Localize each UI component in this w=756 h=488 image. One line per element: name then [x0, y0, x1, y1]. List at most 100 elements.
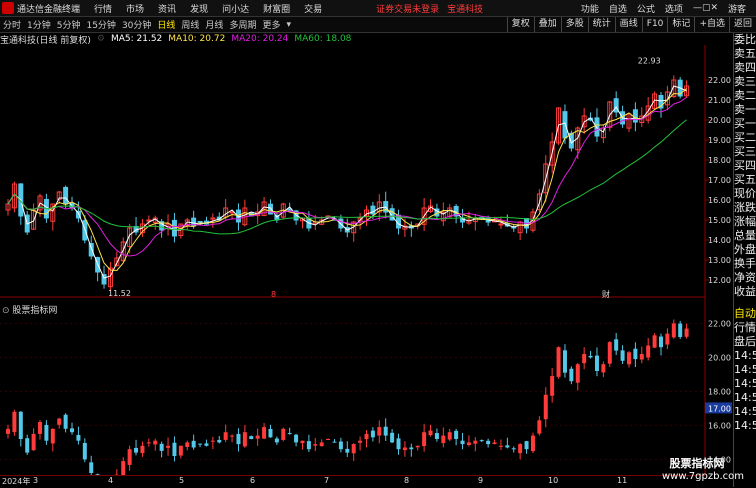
tool-tongji[interactable]: 统计	[588, 17, 615, 32]
sub-candle-body	[582, 354, 586, 363]
side-item: 买一	[734, 117, 756, 131]
sub-candle-body	[70, 428, 74, 432]
sub-candle-body	[518, 444, 522, 453]
y-tick-label: 19.00	[708, 136, 731, 145]
y-tick-label: 15.00	[708, 216, 731, 225]
tool-huaxian[interactable]: 画线	[615, 17, 642, 32]
y-tick-label: 18.00	[708, 156, 731, 165]
side-item: 买五	[734, 173, 756, 187]
menu-item-shichang[interactable]: 市场	[126, 2, 144, 15]
sub-candle-body	[403, 448, 407, 451]
ma5-value: MA5: 21.52	[111, 34, 162, 44]
y-tick-label: 14.00	[708, 236, 731, 245]
menu-item-jiaoyi[interactable]: 交易	[304, 2, 322, 15]
subchart-toggle-icon[interactable]: ⊙	[2, 306, 10, 316]
sub-candle-body	[525, 441, 529, 449]
sub-candle-body	[281, 429, 285, 440]
menu-zixuan[interactable]: 自选	[609, 2, 627, 15]
period-weekly[interactable]: 周线	[181, 18, 199, 31]
candle-body	[499, 224, 503, 225]
side-lower-item[interactable]: 自动	[734, 307, 756, 321]
period-15min[interactable]: 15分钟	[86, 18, 115, 31]
sub-candle-body	[537, 420, 541, 433]
sub-candle-body	[134, 448, 138, 453]
sub-candle-body	[12, 412, 16, 432]
sub-candle-body	[467, 442, 471, 445]
side-item: 买二	[734, 131, 756, 145]
period-30min[interactable]: 30分钟	[122, 18, 151, 31]
period-1min[interactable]: 1分钟	[27, 18, 51, 31]
period-daily[interactable]: 日线	[157, 18, 175, 31]
sub-candle-body	[384, 427, 388, 436]
side-lower-item: 14:56	[734, 349, 756, 363]
sub-candle-body	[140, 446, 144, 453]
menu-item-hangqing[interactable]: 行情	[94, 2, 112, 15]
watermark-title: 股票指标网	[662, 457, 732, 470]
x-tick-label: 3	[33, 476, 38, 485]
menu-guest[interactable]: 游客	[728, 2, 746, 15]
sub-candle-body	[51, 429, 55, 444]
period-toolbar: 分时 1分钟 5分钟 15分钟 30分钟 日线 周线 月线 多周期 更多 ▾ 复…	[0, 17, 756, 33]
sub-candle-body	[646, 346, 650, 358]
tool-fuquan[interactable]: 复权	[507, 17, 534, 32]
settings-gear-icon[interactable]: ⚙	[97, 34, 105, 44]
sub-candle-body	[64, 415, 68, 429]
menu-gongshi[interactable]: 公式	[637, 2, 655, 15]
menu-item-faxian[interactable]: 发现	[190, 2, 208, 15]
tool-f10[interactable]: F10	[642, 17, 668, 32]
ma5-line	[8, 86, 687, 278]
sub-candle-body	[89, 462, 93, 473]
kline-chart[interactable]: 22.0021.0020.0019.0018.0017.0016.0015.00…	[0, 45, 733, 475]
menu-item-wenxiaoda[interactable]: 问小达	[222, 2, 249, 15]
app-title: 通达信金融终端	[17, 2, 80, 15]
period-fenshi[interactable]: 分时	[3, 18, 21, 31]
tool-duogu[interactable]: 多股	[561, 17, 588, 32]
sub-candle-body	[352, 444, 356, 453]
tool-back[interactable]: 返回	[729, 17, 756, 32]
period-more[interactable]: 更多	[262, 18, 280, 31]
sub-candle-body	[678, 324, 682, 337]
candle-body	[64, 187, 68, 204]
window-controls-icon[interactable]: —▢✕	[693, 3, 718, 13]
side-lower-item: 14:56	[734, 405, 756, 419]
login-status-link[interactable]: 证券交易未登录	[376, 2, 439, 15]
candle-body	[172, 220, 176, 236]
period-5min[interactable]: 5分钟	[57, 18, 81, 31]
sub-candle-body	[390, 433, 394, 443]
event-marker: 8	[271, 290, 276, 299]
chevron-down-icon[interactable]: ▾	[286, 20, 291, 30]
x-axis: 2024年 3 4 5 6 7 8 9 10 11	[0, 475, 705, 488]
side-item: 卖五	[734, 47, 756, 61]
sub-candle-body	[563, 350, 567, 372]
sub-candle-body	[288, 433, 292, 434]
menu-xuanxiang[interactable]: 选项	[665, 2, 683, 15]
sub-candle-body	[557, 347, 561, 377]
sub-candle-body	[38, 422, 42, 434]
sub-candle-body	[172, 443, 176, 456]
sub-candle-body	[672, 323, 676, 337]
menu-item-zixun[interactable]: 资讯	[158, 2, 176, 15]
sub-candle-body	[339, 442, 343, 450]
side-item: 委比	[734, 33, 756, 47]
sub-candle-body	[614, 339, 618, 350]
side-item: 现价	[734, 187, 756, 201]
sub-candle-body	[499, 446, 503, 447]
sub-candle-body	[595, 356, 599, 371]
tool-biaoji[interactable]: 标记	[667, 17, 694, 32]
period-monthly[interactable]: 月线	[205, 18, 223, 31]
sub-candle-body	[544, 395, 548, 419]
y-tick-label: 16.00	[708, 196, 731, 205]
menu-item-caifuquan[interactable]: 财富圈	[263, 2, 290, 15]
tool-diejia[interactable]: 叠加	[534, 17, 561, 32]
tool-add-watchlist[interactable]: +自选	[694, 17, 729, 32]
menu-gongneng[interactable]: 功能	[581, 2, 599, 15]
sub-candle-body	[576, 364, 580, 383]
sub-candle-body	[249, 436, 253, 439]
sub-y-tick-label: 20.00	[708, 353, 731, 362]
sub-candle-body	[659, 337, 663, 348]
period-multi[interactable]: 多周期	[229, 18, 256, 31]
sub-candle-body	[185, 442, 189, 447]
sub-candle-body	[147, 442, 151, 443]
sub-candle-body	[224, 432, 228, 440]
sub-candle-body	[486, 441, 490, 444]
